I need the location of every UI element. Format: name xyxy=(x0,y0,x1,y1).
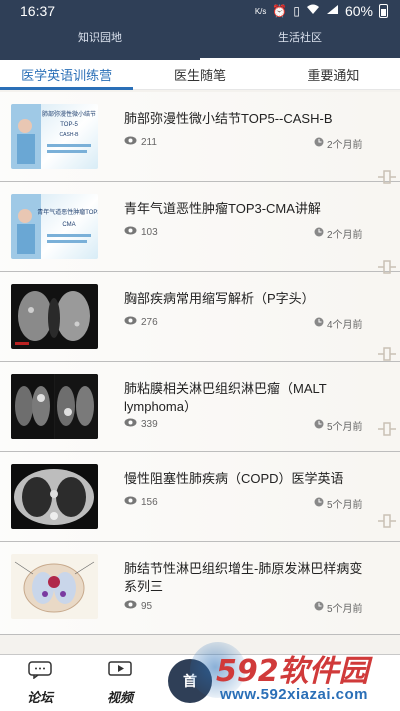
clock-icon xyxy=(314,227,324,240)
article-views: 95 xyxy=(124,600,152,612)
list-item[interactable]: 胸部疾病常用缩写解析（P字头） 276 4个月前 xyxy=(0,272,400,362)
thumb-text-1: 肺部弥漫性微小结节 xyxy=(42,110,96,118)
thumb-text-2: CMA xyxy=(62,222,75,228)
status-icons: K/s ⏰ ▯ 60% xyxy=(255,3,388,19)
eye-icon xyxy=(124,418,137,430)
time-ago: 4个月前 xyxy=(327,320,363,331)
article-views: 211 xyxy=(124,136,157,148)
time-ago: 2个月前 xyxy=(327,140,363,151)
signal-icon xyxy=(326,4,339,18)
nav-video-label: 视频 xyxy=(106,691,133,706)
article-thumbnail: 青年气道恶性肿瘤TOP3 CMA xyxy=(11,194,98,259)
watermark-url: www.592xiazai.com xyxy=(220,686,369,703)
lattice-ornament xyxy=(378,422,396,436)
view-count: 339 xyxy=(141,418,158,430)
tab-community[interactable]: 生活社区 xyxy=(200,22,400,60)
article-thumbnail xyxy=(11,374,98,439)
article-thumbnail: 肺部弥漫性微小结节 TOP-5 CASH-B xyxy=(11,104,98,169)
article-time: 5个月前 xyxy=(314,496,363,511)
list-item[interactable]: 肺粘膜相关淋巴组织淋巴瘤（MALT lymphoma） 339 5个月前 xyxy=(0,362,400,452)
tab-community-label: 生活社区 xyxy=(278,32,322,44)
article-thumbnail xyxy=(11,284,98,349)
article-title[interactable]: 肺结节性淋巴组织增生-肺原发淋巴样病变系列三 xyxy=(124,560,374,596)
article-title[interactable]: 慢性阻塞性肺疾病（COPD）医学英语 xyxy=(124,470,374,488)
status-bar: 16:37 K/s ⏰ ▯ 60% xyxy=(0,0,400,22)
battery-icon xyxy=(379,4,388,18)
battery-percent: 60% xyxy=(344,3,373,19)
clock-icon xyxy=(314,317,324,330)
article-views: 276 xyxy=(124,316,158,328)
tab-knowledge[interactable]: 知识园地 xyxy=(0,22,200,60)
tab-doctor-essays[interactable]: 医生随笔 xyxy=(133,60,266,89)
article-views: 103 xyxy=(124,226,158,238)
thumb-text-1: 青年气道恶性肿瘤TOP3 xyxy=(37,208,98,216)
nav-forum[interactable]: 论坛 xyxy=(10,661,70,706)
article-title[interactable]: 胸部疾病常用缩写解析（P字头） xyxy=(124,290,374,308)
article-views: 339 xyxy=(124,418,158,430)
eye-icon xyxy=(124,136,137,148)
video-play-icon xyxy=(108,661,132,683)
wifi-icon xyxy=(306,4,320,18)
view-count: 276 xyxy=(141,316,158,328)
article-thumbnail xyxy=(11,554,98,619)
eye-icon xyxy=(124,226,137,238)
list-item[interactable]: 肺部弥漫性微小结节 TOP-5 CASH-B 肺部弥漫性微小结节TOP5--CA… xyxy=(0,92,400,182)
lattice-ornament xyxy=(378,260,396,274)
list-item[interactable]: 慢性阻塞性肺疾病（COPD）医学英语 156 5个月前 xyxy=(0,452,400,542)
chat-bubble-icon xyxy=(28,661,52,683)
article-list: 肺部弥漫性微小结节 TOP-5 CASH-B 肺部弥漫性微小结节TOP5--CA… xyxy=(0,92,400,635)
article-title[interactable]: 肺粘膜相关淋巴组织淋巴瘤（MALT lymphoma） xyxy=(124,380,374,416)
lattice-ornament xyxy=(378,514,396,528)
view-count: 103 xyxy=(141,226,158,238)
view-count: 95 xyxy=(141,600,153,612)
list-item[interactable]: 肺结节性淋巴组织增生-肺原发淋巴样病变系列三 95 5个月前 xyxy=(0,542,400,635)
status-time: 16:37 xyxy=(20,3,56,19)
article-thumbnail xyxy=(11,464,98,529)
alarm-icon: ⏰ xyxy=(272,4,288,18)
tab-knowledge-label: 知识园地 xyxy=(78,32,122,44)
article-title[interactable]: 青年气道恶性肿瘤TOP3-CMA讲解 xyxy=(124,200,374,218)
sub-tab-bar: 医学英语训练营 医生随笔 重要通知 xyxy=(0,60,400,90)
watermark-logo: 592软件园 xyxy=(216,654,369,689)
list-item[interactable]: 青年气道恶性肿瘤TOP3 CMA 青年气道恶性肿瘤TOP3-CMA讲解 103 … xyxy=(0,182,400,272)
eye-icon xyxy=(124,316,137,328)
time-ago: 5个月前 xyxy=(327,422,363,433)
tab-english-training[interactable]: 医学英语训练营 xyxy=(0,60,134,90)
article-time: 2个月前 xyxy=(314,136,363,151)
article-time: 5个月前 xyxy=(314,418,363,433)
thumb-text-3: CASH-B xyxy=(60,132,80,138)
thumb-text-2: TOP-5 xyxy=(60,122,78,128)
nav-forum-label: 论坛 xyxy=(26,691,53,706)
network-speed-label: K/s xyxy=(254,6,267,16)
eye-icon xyxy=(124,496,137,508)
tab-notices[interactable]: 重要通知 xyxy=(267,60,400,89)
nav-video[interactable]: 视频 xyxy=(90,661,150,706)
article-time: 2个月前 xyxy=(314,226,363,241)
clock-icon xyxy=(314,601,324,614)
eye-icon xyxy=(124,600,137,612)
article-views: 156 xyxy=(124,496,158,508)
lattice-ornament xyxy=(378,347,396,361)
clock-icon xyxy=(314,137,324,150)
article-time: 5个月前 xyxy=(314,600,363,615)
lattice-ornament xyxy=(378,170,396,184)
article-title[interactable]: 肺部弥漫性微小结节TOP5--CASH-B xyxy=(124,110,374,128)
clock-icon xyxy=(314,419,324,432)
top-tab-bar: 知识园地 生活社区 xyxy=(0,22,400,60)
time-ago: 5个月前 xyxy=(327,604,363,615)
site-watermark: 592软件园 www.592xiazai.com xyxy=(190,640,400,711)
time-ago: 2个月前 xyxy=(327,230,363,241)
view-count: 156 xyxy=(141,496,158,508)
view-count: 211 xyxy=(141,136,157,148)
time-ago: 5个月前 xyxy=(327,500,363,511)
vibrate-icon: ▯ xyxy=(293,4,300,18)
article-time: 4个月前 xyxy=(314,316,363,331)
clock-icon xyxy=(314,497,324,510)
